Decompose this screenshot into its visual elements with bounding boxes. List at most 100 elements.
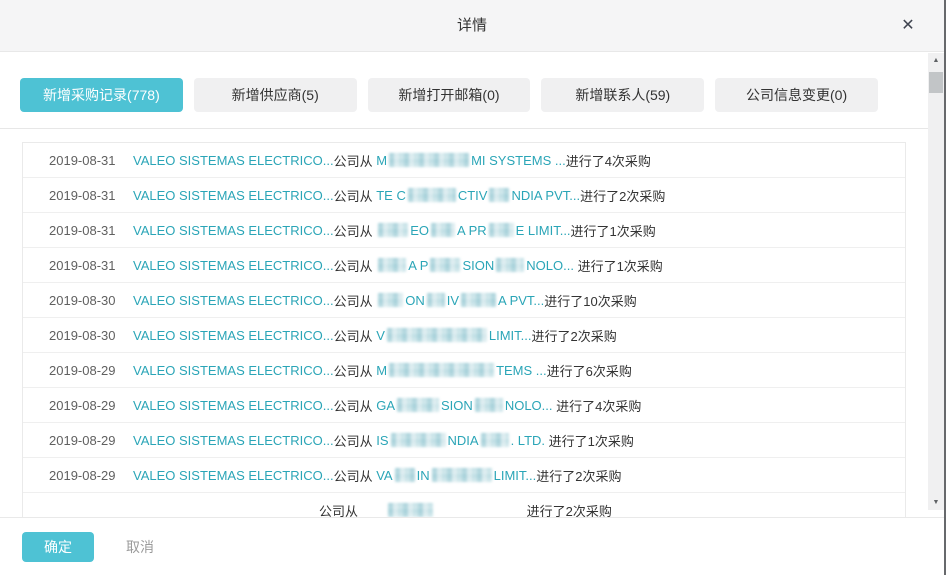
blurred-supplier-name <box>496 258 524 272</box>
supplier-fragment[interactable]: IS <box>376 433 388 448</box>
supplier-fragment[interactable]: MI SYSTEMS ... <box>471 153 566 168</box>
purchase-count-text: 进行了2次采购 <box>532 326 617 345</box>
supplier-fragment[interactable]: LIMIT... <box>489 328 532 343</box>
supplier-fragment[interactable]: A PR <box>457 223 487 238</box>
supplier-fragment[interactable]: EO <box>410 223 429 238</box>
table-row: 2019-08-31VALEO SISTEMAS ELECTRICO...公司从… <box>23 213 905 248</box>
blurred-supplier-name <box>489 223 514 237</box>
blurred-supplier-name <box>489 188 509 202</box>
scroll-down-icon[interactable]: ▼ <box>928 495 944 510</box>
company-link[interactable]: VALEO SISTEMAS ELECTRICO... <box>133 188 334 203</box>
supplier-fragment[interactable]: CTIV <box>458 188 488 203</box>
supplier-fragment[interactable]: . LTD. <box>511 433 545 448</box>
close-icon[interactable]: ✕ <box>897 15 919 37</box>
supplier-fragment[interactable]: M <box>376 363 387 378</box>
supplier-fragment[interactable]: TE C <box>376 188 406 203</box>
confirm-button[interactable]: 确定 <box>22 532 94 562</box>
from-label: 公司从 <box>334 151 377 170</box>
record-date: 2019-08-31 <box>23 258 133 273</box>
tab-3[interactable]: 新增打开邮箱(0) <box>368 78 531 112</box>
tab-2[interactable]: 新增供应商(5) <box>194 78 357 112</box>
company-link[interactable]: VALEO SISTEMAS ELECTRICO... <box>133 398 334 413</box>
blurred-supplier-name <box>389 153 469 167</box>
from-label: 公司从 <box>334 466 377 485</box>
supplier-fragment[interactable]: A PVT... <box>498 293 544 308</box>
blurred-supplier-name <box>408 188 456 202</box>
blurred-supplier-name <box>475 398 503 412</box>
record-date: 2019-08-29 <box>23 433 133 448</box>
supplier-fragment[interactable]: GA <box>376 398 395 413</box>
tabs-divider <box>0 128 928 129</box>
supplier-fragment[interactable]: V <box>376 328 385 343</box>
supplier-fragment[interactable]: NDIA PVT... <box>511 188 580 203</box>
spacer <box>435 510 527 511</box>
record-text: VALEO SISTEMAS ELECTRICO...公司从 GASIONNOL… <box>133 396 641 415</box>
supplier-fragment[interactable]: A P <box>408 258 428 273</box>
company-link[interactable]: VALEO SISTEMAS ELECTRICO... <box>133 258 334 273</box>
supplier-fragment[interactable]: LIMIT... <box>494 468 537 483</box>
supplier-fragment[interactable]: IV <box>447 293 459 308</box>
purchase-count-text: 进行了1次采购 <box>549 431 634 450</box>
tab-1[interactable]: 新增采购记录(778) <box>20 78 183 112</box>
company-link[interactable]: VALEO SISTEMAS ELECTRICO... <box>133 328 334 343</box>
supplier-fragment[interactable]: E LIMIT... <box>516 223 571 238</box>
scrollbar[interactable]: ▲ ▼ <box>928 53 944 510</box>
supplier-fragment[interactable]: NOLO... <box>505 398 553 413</box>
record-date: 2019-08-30 <box>23 328 133 343</box>
blurred-supplier-name <box>391 433 446 447</box>
record-date: 2019-08-29 <box>23 363 133 378</box>
record-text: VALEO SISTEMAS ELECTRICO...公司从 IS NDIA . L… <box>133 431 634 450</box>
dialog-body: 新增采购记录(778) 新增供应商(5) 新增打开邮箱(0) 新增联系人(59) 公司信… <box>0 53 944 517</box>
from-label: 公司从 <box>334 431 377 450</box>
record-text: VALEO SISTEMAS ELECTRICO...公司从 TE C CTIV N… <box>133 186 665 205</box>
supplier-fragment[interactable]: SION <box>441 398 473 413</box>
tab-bar: 新增采购记录(778) 新增供应商(5) 新增打开邮箱(0) 新增联系人(59) 公司信… <box>20 78 878 112</box>
dialog-footer: 确定 取消 <box>0 517 944 575</box>
cancel-button[interactable]: 取消 <box>126 537 154 557</box>
company-link[interactable]: VALEO SISTEMAS ELECTRICO... <box>133 468 334 483</box>
from-label: 公司从 <box>319 501 362 518</box>
spacer <box>133 510 319 511</box>
company-link[interactable]: VALEO SISTEMAS ELECTRICO... <box>133 433 334 448</box>
company-link[interactable]: VALEO SISTEMAS ELECTRICO... <box>133 153 334 168</box>
table-row: 2019-08-29VALEO SISTEMAS ELECTRICO...公司从… <box>23 458 905 493</box>
record-text: VALEO SISTEMAS ELECTRICO...公司从 VA IN LIMIT… <box>133 466 621 485</box>
record-date: 2019-08-31 <box>23 153 133 168</box>
record-text: VALEO SISTEMAS ELECTRICO...公司从 M MI SYSTE… <box>133 151 651 170</box>
purchase-count-text: 进行了1次采购 <box>571 221 656 240</box>
from-label: 公司从 <box>334 361 377 380</box>
blurred-supplier-name <box>389 363 494 377</box>
purchase-count-text: 进行了1次采购 <box>578 256 663 275</box>
purchase-count-text: 进行了10次采购 <box>544 291 636 310</box>
record-text: VALEO SISTEMAS ELECTRICO...公司从 A PSIONNO… <box>133 256 663 275</box>
supplier-fragment[interactable]: M <box>376 153 387 168</box>
dialog-title: 详情 <box>0 0 944 52</box>
table-row: 2019-08-29VALEO SISTEMAS ELECTRICO...公司从… <box>23 353 905 388</box>
supplier-fragment[interactable]: NOLO... <box>526 258 574 273</box>
record-list: 2019-08-31VALEO SISTEMAS ELECTRICO...公司从… <box>22 142 906 517</box>
blurred-supplier-name <box>388 503 433 517</box>
company-link[interactable]: VALEO SISTEMAS ELECTRICO... <box>133 363 334 378</box>
blurred-supplier-name <box>387 328 487 342</box>
from-label: 公司从 <box>334 186 377 205</box>
supplier-fragment[interactable]: NDIA <box>448 433 479 448</box>
company-link[interactable]: VALEO SISTEMAS ELECTRICO... <box>133 223 334 238</box>
supplier-fragment[interactable]: SION <box>462 258 494 273</box>
supplier-fragment[interactable]: ON <box>405 293 425 308</box>
purchase-count-text: 进行了6次采购 <box>547 361 632 380</box>
record-date: 2019-08-29 <box>23 468 133 483</box>
supplier-fragment[interactable]: TEMS ... <box>496 363 547 378</box>
purchase-count-text: 进行了2次采购 <box>536 466 621 485</box>
dialog-header: 详情 ✕ <box>0 0 944 52</box>
record-text: VALEO SISTEMAS ELECTRICO...公司从 ONIVA PVT… <box>133 291 637 310</box>
record-text: VALEO SISTEMAS ELECTRICO...公司从 M TEMS ...… <box>133 361 632 380</box>
company-link[interactable]: VALEO SISTEMAS ELECTRICO... <box>133 293 334 308</box>
scroll-up-icon[interactable]: ▲ <box>928 53 944 68</box>
tab-5[interactable]: 公司信息变更(0) <box>715 78 878 112</box>
tab-4[interactable]: 新增联系人(59) <box>541 78 704 112</box>
blurred-supplier-name <box>481 433 509 447</box>
scrollbar-thumb[interactable] <box>929 72 943 93</box>
supplier-fragment[interactable]: IN <box>417 468 430 483</box>
supplier-fragment[interactable]: VA <box>376 468 392 483</box>
record-date: 2019-08-30 <box>23 293 133 308</box>
